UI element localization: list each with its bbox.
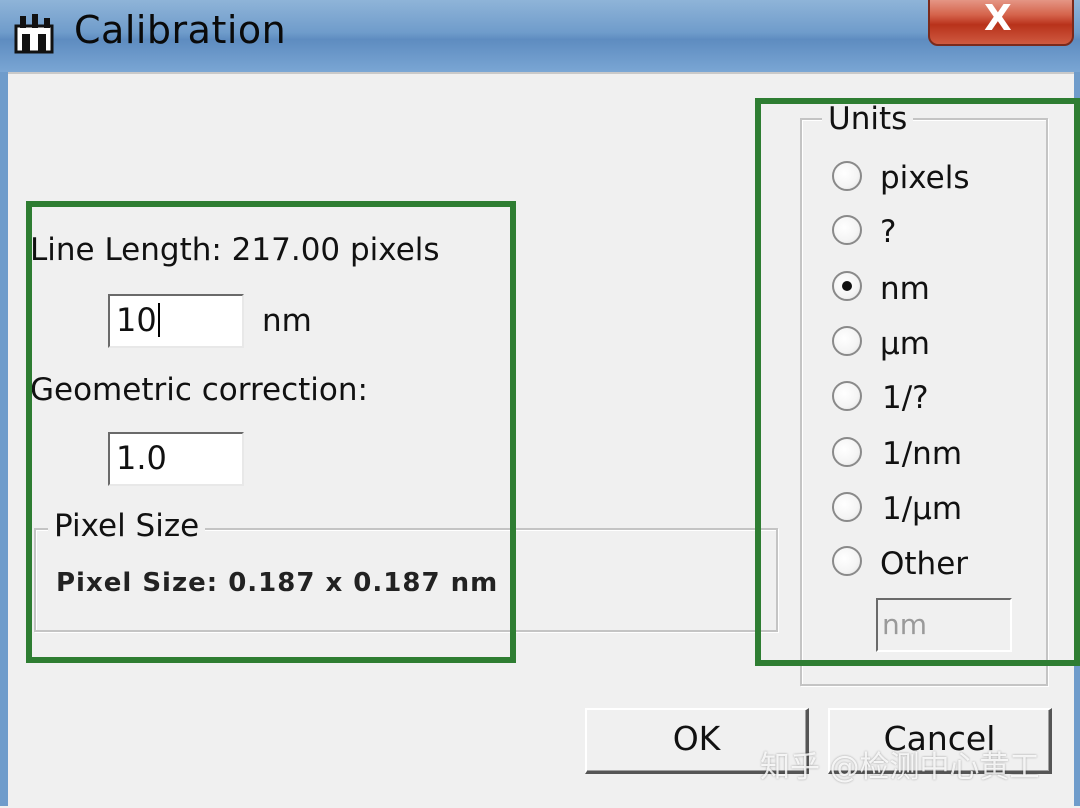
window-title: Calibration	[74, 8, 287, 52]
radio-label-inverse-nm[interactable]: 1/nm	[882, 436, 962, 472]
radio-inverse-nm[interactable]	[832, 437, 862, 467]
other-unit-input[interactable]: nm	[876, 598, 1012, 652]
radio-label-other[interactable]: Other	[880, 546, 968, 582]
window-frame-left	[0, 72, 8, 806]
pixel-size-group-label: Pixel Size	[48, 508, 206, 544]
text-caret	[157, 303, 160, 337]
radio-selected-dot	[842, 281, 852, 291]
radio-angstrom[interactable]	[832, 215, 862, 245]
title-bar[interactable]: Calibration	[0, 0, 1080, 72]
radio-label-um[interactable]: µm	[880, 326, 930, 362]
units-group-label: Units	[822, 101, 914, 137]
radio-pixels[interactable]	[832, 161, 862, 191]
radio-label-inverse-um[interactable]: 1/µm	[882, 491, 962, 527]
radio-label-nm[interactable]: nm	[880, 271, 930, 307]
window-frame-right	[1074, 72, 1080, 806]
pixel-size-text: Pixel Size: 0.187 x 0.187 nm	[56, 568, 499, 598]
geometric-correction-input[interactable]: 1.0	[108, 432, 244, 486]
line-length-label: Line Length: 217.00 pixels	[30, 232, 440, 268]
calibration-app-icon	[14, 14, 54, 54]
radio-nm[interactable]	[832, 271, 862, 301]
geometric-correction-label: Geometric correction:	[30, 372, 368, 408]
radio-inverse-um[interactable]	[832, 492, 862, 522]
close-icon[interactable]: X	[984, 0, 1012, 39]
line-length-input[interactable]: 10	[108, 294, 244, 348]
watermark: 知乎 @检测中心黄工	[760, 750, 1040, 785]
radio-inverse-angstrom[interactable]	[832, 381, 862, 411]
line-length-unit: nm	[262, 303, 312, 339]
line-length-value: 10	[116, 301, 157, 339]
radio-other[interactable]	[832, 546, 862, 576]
radio-label-pixels[interactable]: pixels	[880, 160, 970, 196]
radio-label-angstrom[interactable]: ?	[880, 214, 896, 250]
geometric-correction-value: 1.0	[116, 439, 167, 477]
radio-um[interactable]	[832, 326, 862, 356]
radio-label-inverse-angstrom[interactable]: 1/?	[882, 380, 929, 416]
